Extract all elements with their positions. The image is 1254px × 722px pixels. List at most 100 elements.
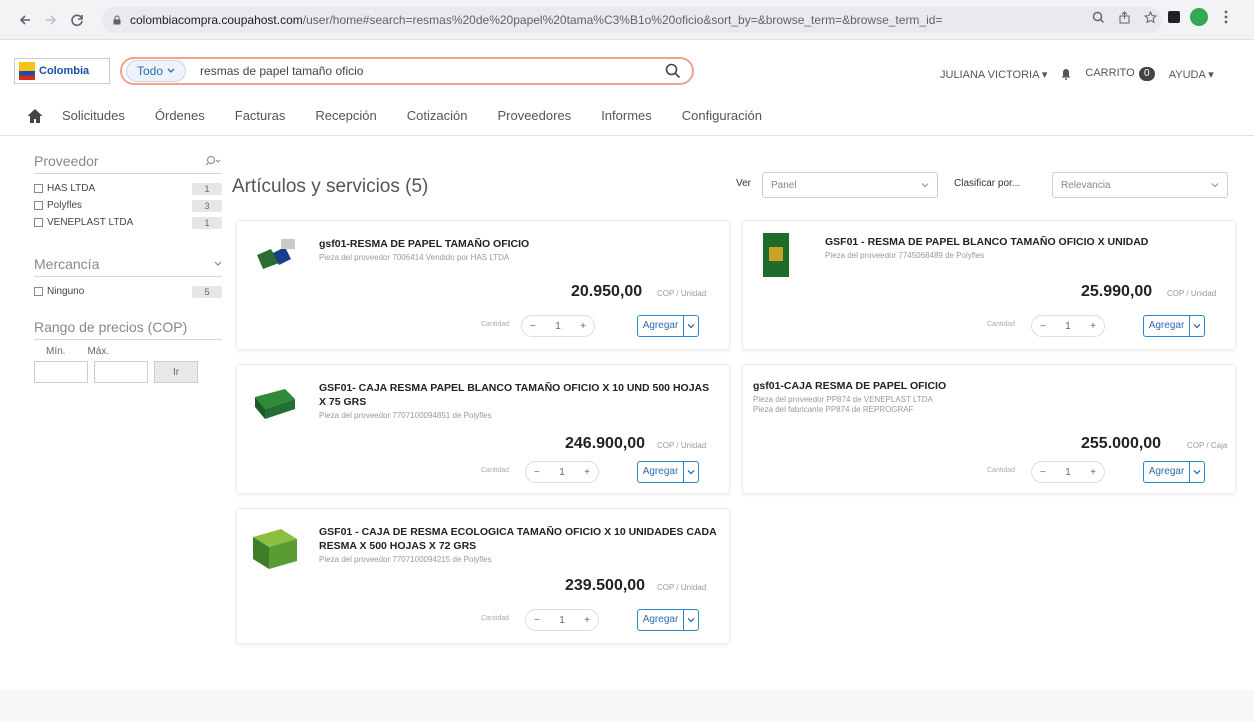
browser-toolbar: colombiacompra.coupahost.com/user/home#s… bbox=[0, 0, 1254, 40]
product-supplier-part: Pieza del proveedor 7006414 Vendido por … bbox=[319, 253, 510, 262]
price-unit: COP / Unidad bbox=[1167, 289, 1217, 298]
supplier-filter-item[interactable]: VENEPLAST LTDA 1 bbox=[34, 214, 222, 231]
product-card: GSF01- CAJA RESMA PAPEL BLANCO TAMAÑO OF… bbox=[236, 364, 730, 494]
chevron-down-icon bbox=[214, 261, 222, 266]
product-card: GSF01 - CAJA DE RESMA ECOLOGICA TAMAÑO O… bbox=[236, 508, 730, 644]
menu-item-solicitudes[interactable]: Solicitudes bbox=[62, 108, 125, 123]
product-name-link[interactable]: gsf01-CAJA RESMA DE PAPEL OFICIO bbox=[753, 379, 1213, 393]
help-menu[interactable]: AYUDA ▾ bbox=[1169, 68, 1214, 81]
logo[interactable]: Colombia bbox=[14, 58, 110, 84]
product-thumbnail[interactable] bbox=[249, 525, 301, 573]
address-bar[interactable]: colombiacompra.coupahost.com/user/home#s… bbox=[102, 7, 1162, 33]
product-name-link[interactable]: gsf01-RESMA DE PAPEL TAMAÑO OFICIO bbox=[319, 237, 709, 251]
product-price: 246.900,00 bbox=[565, 435, 646, 452]
checkbox[interactable] bbox=[34, 201, 43, 210]
add-to-cart-button[interactable]: Agregar bbox=[637, 609, 699, 631]
results-title: Artículos y servicios (5) bbox=[232, 176, 429, 197]
add-to-cart-button[interactable]: Agregar bbox=[1143, 461, 1205, 483]
product-thumbnail[interactable] bbox=[251, 383, 299, 423]
forward-icon[interactable] bbox=[40, 9, 62, 31]
cart-count-badge: 0 bbox=[1138, 67, 1155, 81]
search-scope-dropdown[interactable]: Todo bbox=[126, 60, 187, 82]
max-price-input[interactable] bbox=[94, 361, 148, 383]
lock-icon bbox=[113, 15, 121, 25]
star-icon[interactable] bbox=[1142, 9, 1158, 25]
product-card: gsf01-RESMA DE PAPEL TAMAÑO OFICIO Pieza… bbox=[236, 220, 730, 350]
apply-price-button[interactable]: Ir bbox=[154, 361, 198, 383]
chevron-down-icon[interactable] bbox=[684, 316, 698, 336]
commodity-facet-header[interactable]: Mercancía bbox=[34, 251, 222, 277]
price-unit: COP / Unidad bbox=[657, 289, 707, 298]
menu-item-recepcion[interactable]: Recepción bbox=[315, 108, 376, 123]
bell-icon[interactable] bbox=[1061, 68, 1071, 80]
quantity-stepper[interactable]: −1 + bbox=[1031, 461, 1105, 483]
chevron-down-icon[interactable] bbox=[1190, 316, 1204, 336]
quantity-stepper[interactable]: −1 + bbox=[521, 315, 595, 337]
menu-item-facturas[interactable]: Facturas bbox=[235, 108, 286, 123]
extension-icon[interactable] bbox=[1168, 11, 1180, 23]
product-price: 20.950,00 bbox=[571, 283, 643, 300]
quantity-label: Cantidad bbox=[987, 321, 1016, 328]
home-icon[interactable] bbox=[26, 107, 44, 125]
view-label: Ver bbox=[736, 178, 752, 189]
product-supplier-part: Pieza del proveedor 7745068489 de Polyfl… bbox=[825, 251, 985, 260]
supplier-filter-item[interactable]: Polyfles 3 bbox=[34, 197, 222, 214]
price-unit: COP / Caja bbox=[1187, 441, 1228, 450]
product-price: 25.990,00 bbox=[1081, 283, 1153, 300]
app-header: Colombia Todo resmas de papel tamaño ofi… bbox=[0, 40, 1254, 96]
chevron-down-icon bbox=[167, 68, 175, 73]
product-price: 255.000,00 bbox=[1081, 435, 1162, 452]
search-icon[interactable] bbox=[664, 62, 682, 80]
back-icon[interactable] bbox=[14, 9, 36, 31]
view-select[interactable]: Panel bbox=[762, 172, 938, 198]
menu-item-informes[interactable]: Informes bbox=[601, 108, 652, 123]
product-manufacturer-part: Pieza del fabricante PP874 de REPROGRAF bbox=[753, 405, 914, 414]
product-thumbnail[interactable] bbox=[251, 237, 303, 273]
menu-dots-icon[interactable] bbox=[1218, 9, 1234, 25]
supplier-filter-item[interactable]: HAS LTDA 1 bbox=[34, 180, 222, 197]
chevron-down-icon[interactable] bbox=[684, 462, 698, 482]
checkbox[interactable] bbox=[34, 184, 43, 193]
checkbox[interactable] bbox=[34, 218, 43, 227]
quantity-stepper[interactable]: −1 + bbox=[1031, 315, 1105, 337]
checkbox[interactable] bbox=[34, 287, 43, 296]
max-label: Máx. bbox=[87, 346, 110, 357]
reload-icon[interactable] bbox=[66, 9, 88, 31]
menu-item-ordenes[interactable]: Órdenes bbox=[155, 108, 205, 123]
product-name-link[interactable]: GSF01 - RESMA DE PAPEL BLANCO TAMAÑO OFI… bbox=[825, 235, 1225, 249]
quantity-stepper[interactable]: −1 + bbox=[525, 609, 599, 631]
menu-item-cotizacion[interactable]: Cotización bbox=[407, 108, 468, 123]
user-menu[interactable]: JULIANA VICTORIA ▾ bbox=[940, 68, 1047, 81]
share-icon[interactable] bbox=[1116, 9, 1132, 25]
product-supplier-part: Pieza del proveedor 7707100094215 de Pol… bbox=[319, 555, 492, 564]
product-thumbnail[interactable] bbox=[761, 231, 791, 279]
menu-item-proveedores[interactable]: Proveedores bbox=[497, 108, 571, 123]
chevron-down-icon[interactable] bbox=[1190, 462, 1204, 482]
search-input[interactable]: resmas de papel tamaño oficio bbox=[200, 64, 664, 78]
add-to-cart-button[interactable]: Agregar bbox=[637, 315, 699, 337]
price-range-header: Rango de precios (COP) bbox=[34, 314, 222, 340]
add-to-cart-button[interactable]: Agregar bbox=[637, 461, 699, 483]
product-name-link[interactable]: GSF01 - CAJA DE RESMA ECOLOGICA TAMAÑO O… bbox=[319, 525, 719, 553]
price-unit: COP / Unidad bbox=[657, 583, 707, 592]
add-to-cart-button[interactable]: Agregar bbox=[1143, 315, 1205, 337]
cart-button[interactable]: CARRITO 0 bbox=[1085, 67, 1155, 81]
product-card: GSF01 - RESMA DE PAPEL BLANCO TAMAÑO OFI… bbox=[742, 220, 1236, 350]
sort-select[interactable]: Relevancia bbox=[1052, 172, 1228, 198]
supplier-facet-header: Proveedor bbox=[34, 148, 222, 174]
quantity-stepper[interactable]: −1 + bbox=[525, 461, 599, 483]
commodity-filter-item[interactable]: Ninguno 5 bbox=[34, 283, 222, 300]
chevron-down-icon bbox=[1211, 183, 1219, 188]
chevron-down-icon[interactable] bbox=[684, 610, 698, 630]
search-bar: Todo resmas de papel tamaño oficio bbox=[120, 57, 694, 85]
min-price-input[interactable] bbox=[34, 361, 88, 383]
menu-item-configuracion[interactable]: Configuración bbox=[682, 108, 762, 123]
search-filter-icon[interactable] bbox=[204, 155, 222, 167]
price-unit: COP / Unidad bbox=[657, 441, 707, 450]
zoom-icon[interactable] bbox=[1090, 9, 1106, 25]
quantity-label: Cantidad bbox=[987, 467, 1016, 474]
page-footer bbox=[0, 690, 1254, 722]
product-name-link[interactable]: GSF01- CAJA RESMA PAPEL BLANCO TAMAÑO OF… bbox=[319, 381, 719, 409]
product-card: gsf01-CAJA RESMA DE PAPEL OFICIO Pieza d… bbox=[742, 364, 1236, 494]
profile-avatar[interactable] bbox=[1190, 8, 1208, 26]
